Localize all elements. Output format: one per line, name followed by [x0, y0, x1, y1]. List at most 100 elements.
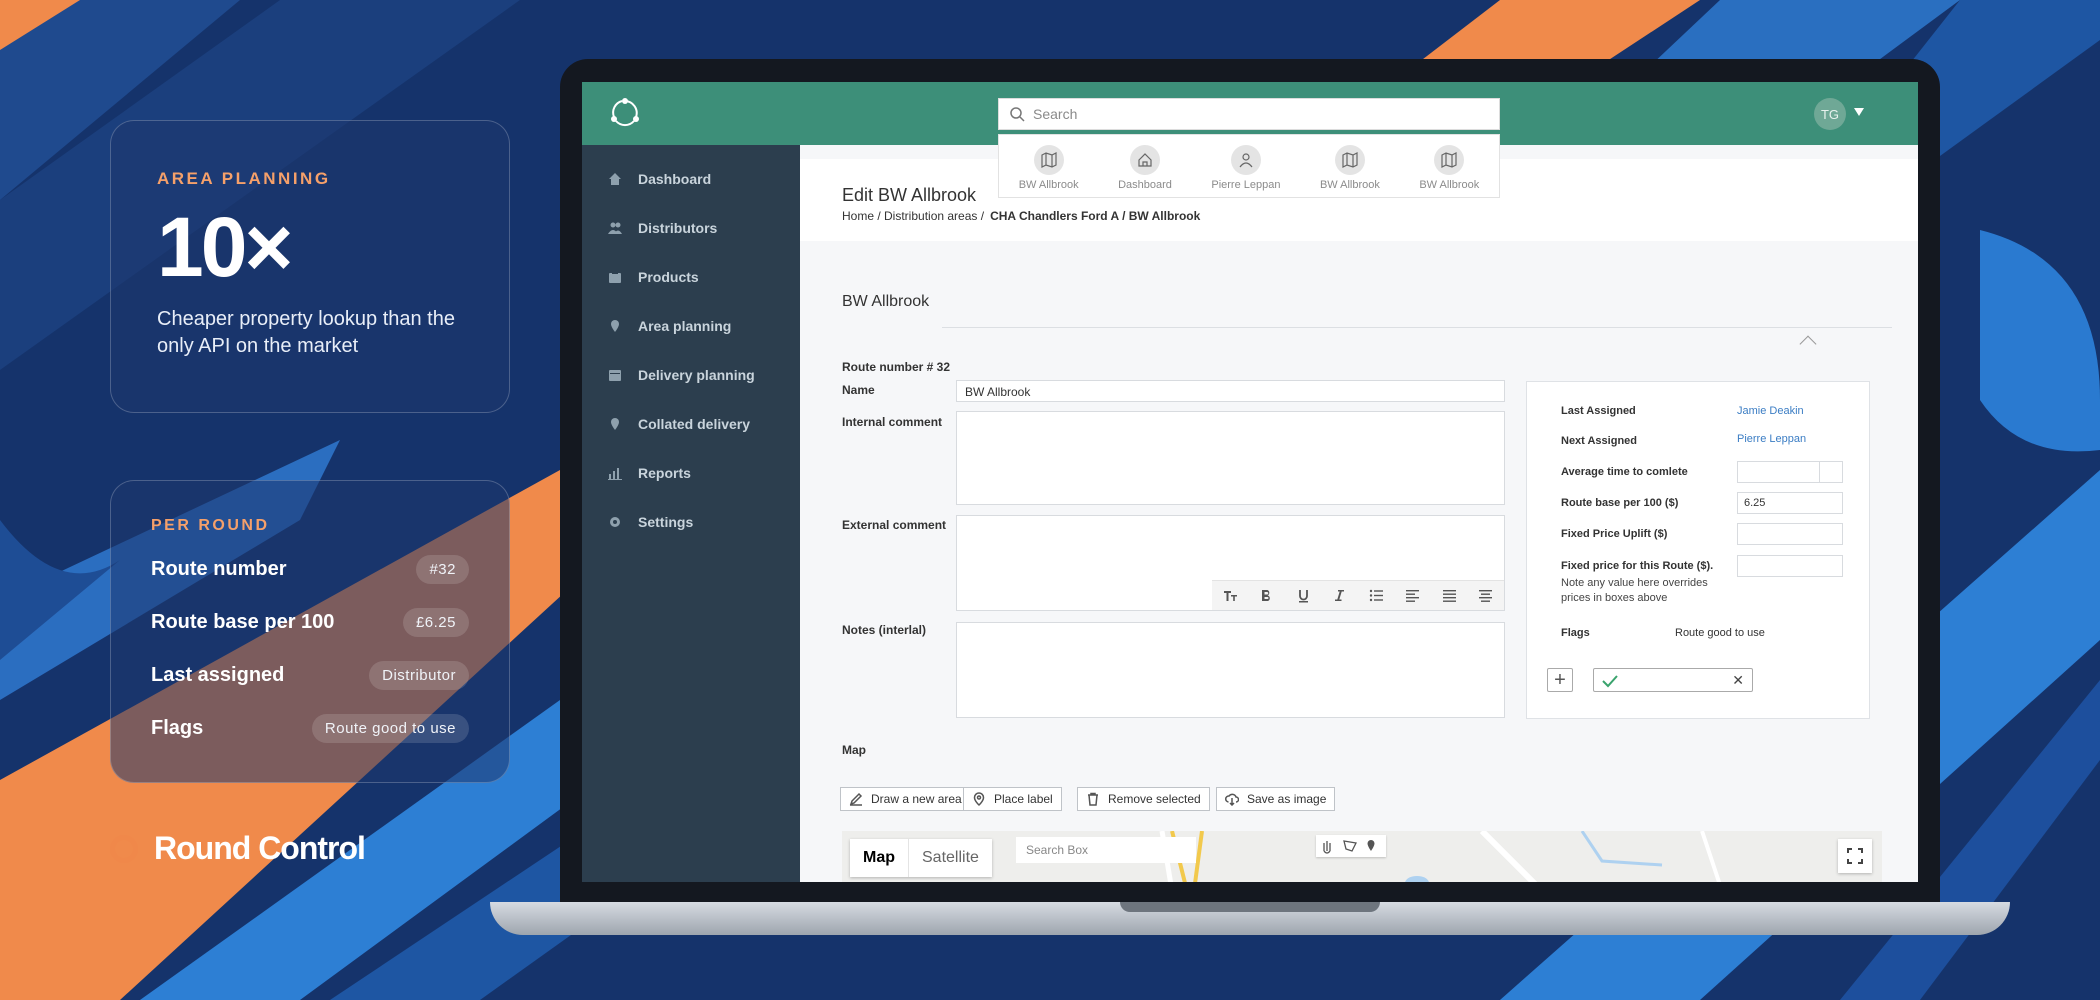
map-type-map[interactable]: Map	[850, 839, 908, 877]
sidebar-item-products[interactable]: Products	[582, 252, 800, 301]
section-divider	[942, 327, 1892, 328]
draw-area-button[interactable]: Draw a new area	[840, 787, 971, 811]
suggestion-label: BW Allbrook	[1319, 179, 1380, 191]
user-icon	[1239, 153, 1253, 168]
italic-icon[interactable]	[1332, 588, 1347, 603]
per-round-row-value: #32	[416, 555, 469, 584]
notes-textarea[interactable]	[956, 622, 1505, 718]
sidebar-item-collated-delivery[interactable]: Collated delivery	[582, 399, 800, 448]
sidebar-item-dashboard[interactable]: Dashboard	[582, 154, 800, 203]
fixed-price-label: Fixed price for this Route ($).	[1561, 560, 1714, 572]
uplift-label: Fixed Price Uplift ($)	[1561, 528, 1668, 540]
sidebar-item-label: Settings	[638, 513, 694, 530]
map-icon	[1041, 152, 1057, 168]
suggestion-label: Pierre Leppan	[1211, 179, 1281, 191]
area-planning-stat: 10×	[157, 200, 294, 294]
internal-comment-textarea[interactable]	[956, 411, 1505, 505]
map-view[interactable]: Map Satellite Search Box	[842, 831, 1882, 882]
laptop-notch	[1120, 902, 1380, 912]
marker-icon[interactable]	[1367, 840, 1375, 851]
area-planning-eyebrow: AREA PLANNING	[157, 169, 331, 188]
pencil-icon	[849, 792, 863, 806]
breadcrumb-current: CHA Chandlers Ford A / BW Allbrook	[990, 209, 1201, 223]
list-icon[interactable]	[1369, 588, 1384, 603]
place-label-label: Place label	[994, 792, 1053, 806]
avatar[interactable]: TG	[1814, 98, 1846, 130]
align-left-icon[interactable]	[1405, 588, 1420, 603]
align-center-icon[interactable]	[1478, 588, 1493, 603]
map-search-input[interactable]: Search Box	[1016, 837, 1196, 863]
last-assigned-label: Last Assigned	[1561, 405, 1636, 417]
base-price-field[interactable]: 6.25	[1737, 492, 1843, 514]
sidebar-item-label: Collated delivery	[638, 415, 751, 432]
map-type-control: Map Satellite	[850, 839, 992, 877]
sidebar-item-distributors[interactable]: Distributors	[582, 203, 800, 252]
chevron-up-icon[interactable]	[1799, 335, 1817, 353]
next-assigned-link[interactable]: Pierre Leppan	[1737, 433, 1806, 445]
flag-chip[interactable]: ✕	[1593, 668, 1753, 692]
next-assigned-label: Next Assigned	[1561, 435, 1638, 447]
per-round-row-value: £6.25	[402, 608, 469, 637]
suggestion-item[interactable]: Pierre Leppan	[1211, 145, 1280, 191]
trash-icon	[1088, 792, 1098, 806]
align-justify-icon[interactable]	[1442, 588, 1457, 603]
hand-icon[interactable]	[1323, 841, 1331, 854]
app-logo-icon[interactable]	[608, 96, 642, 130]
box-icon	[609, 270, 621, 283]
brand-logo: Round Control	[110, 830, 366, 867]
suggestion-item[interactable]: BW Allbrook	[1019, 145, 1079, 191]
search-input[interactable]: Search	[998, 98, 1500, 130]
sidebar-item-label: Reports	[638, 464, 691, 481]
remove-selected-button[interactable]: Remove selected	[1077, 787, 1210, 811]
brand-name: Round Control	[154, 830, 366, 866]
map-draw-tools	[1316, 835, 1386, 857]
suggestion-item[interactable]: Dashboard	[1118, 145, 1172, 191]
text-format-toolbar	[1212, 580, 1504, 610]
fullscreen-icon	[1847, 848, 1863, 864]
last-assigned-link[interactable]: Jamie Deakin	[1737, 405, 1804, 417]
sidebar-item-settings[interactable]: Settings	[582, 497, 800, 546]
bold-icon[interactable]	[1259, 588, 1274, 603]
brand-ring-icon	[110, 834, 138, 863]
home-icon	[1138, 153, 1152, 167]
suggestion-item[interactable]: BW Allbrook	[1419, 145, 1479, 191]
page-title: Edit BW Allbrook	[842, 185, 977, 205]
place-label-button[interactable]: Place label	[963, 787, 1062, 811]
close-icon[interactable]: ✕	[1732, 672, 1744, 689]
uplift-field[interactable]	[1737, 523, 1843, 545]
fullscreen-button[interactable]	[1838, 839, 1872, 873]
draw-area-label: Draw a new area	[871, 792, 962, 806]
search-placeholder: Search	[1033, 106, 1078, 122]
chevron-down-icon[interactable]	[1854, 108, 1864, 116]
per-round-eyebrow: PER ROUND	[151, 517, 270, 534]
internal-comment-label: Internal comment	[842, 415, 943, 429]
map-type-satellite[interactable]: Satellite	[908, 839, 992, 877]
map-icon	[1441, 152, 1457, 168]
suggestion-label: Dashboard	[1118, 179, 1172, 191]
polygon-icon[interactable]	[1343, 840, 1357, 852]
home-icon	[609, 172, 621, 185]
cloud-download-icon	[1225, 793, 1239, 806]
flags-label: Flags	[1561, 627, 1590, 639]
add-flag-button[interactable]: +	[1547, 668, 1573, 692]
route-number-label: Route number # 32	[842, 360, 951, 374]
area-planning-description: Cheaper property lookup than the only AP…	[157, 308, 455, 357]
underline-icon[interactable]	[1296, 588, 1311, 603]
per-round-row-label: Route base per 100	[151, 611, 335, 633]
sidebar-item-area-planning[interactable]: Area planning	[582, 301, 800, 350]
suggestion-item[interactable]: BW Allbrook	[1320, 145, 1380, 191]
sidebar-item-delivery-planning[interactable]: Delivery planning	[582, 350, 800, 399]
suggestion-label: BW Allbrook	[1018, 179, 1079, 191]
sidebar-item-label: Delivery planning	[638, 366, 755, 383]
section-title: BW Allbrook	[842, 293, 930, 310]
sidebar-item-reports[interactable]: Reports	[582, 448, 800, 497]
text-size-icon[interactable]	[1223, 588, 1238, 603]
avg-time-field[interactable]	[1737, 461, 1843, 483]
name-label: Name	[842, 383, 875, 397]
name-field[interactable]: BW Allbrook	[956, 380, 1505, 402]
per-round-row: Flags Route good to use	[151, 702, 469, 755]
fixed-price-field[interactable]	[1737, 555, 1843, 577]
breadcrumb-prefix[interactable]: Home / Distribution areas /	[842, 209, 984, 223]
save-image-button[interactable]: Save as image	[1216, 787, 1336, 811]
sidebar-item-label: Dashboard	[638, 170, 712, 187]
